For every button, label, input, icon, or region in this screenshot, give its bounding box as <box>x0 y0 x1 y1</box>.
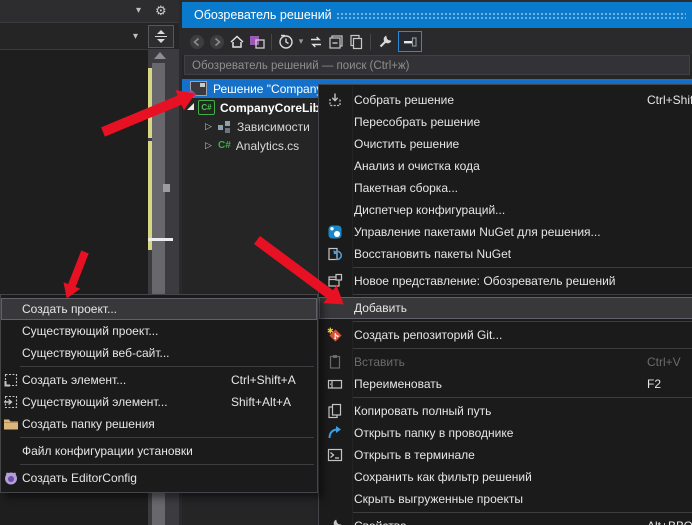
home-icon <box>229 34 245 50</box>
submenu-item-existing-item[interactable]: Существующий элемент... Shift+Alt+A <box>1 391 317 413</box>
switch-views-icon <box>249 34 265 50</box>
show-all-files-button[interactable] <box>346 32 366 52</box>
menu-item-restore-nuget[interactable]: Восстановить пакеты NuGet <box>319 243 692 265</box>
show-all-files-icon <box>348 34 364 50</box>
menu-item-build-solution[interactable]: Собрать решение Ctrl+Shift+B <box>319 89 692 111</box>
submenu-item-new-project[interactable]: Создать проект... <box>1 298 317 320</box>
search-input[interactable]: Обозреватель решений — поиск (Ctrl+ж) <box>184 55 690 75</box>
submenu-item-new-solution-folder[interactable]: Создать папку решения <box>1 413 317 435</box>
refresh-button[interactable] <box>306 32 326 52</box>
nuget-restore-icon <box>319 246 350 262</box>
menu-item-batch-build[interactable]: Пакетная сборка... <box>319 177 692 199</box>
wrench-icon <box>319 518 350 525</box>
menu-item-add[interactable]: Добавить <box>319 297 692 319</box>
chevron-down-icon[interactable]: ▾ <box>136 5 141 16</box>
editorconfig-icon <box>1 470 20 486</box>
split-editor-button[interactable] <box>148 25 174 48</box>
modified-lines-marker <box>148 141 152 250</box>
menu-item-clean-solution[interactable]: Очистить решение <box>319 133 692 155</box>
menu-item-open-in-terminal[interactable]: Открыть в терминале <box>319 444 692 466</box>
editor-navigation-bar: ▾ <box>0 23 179 50</box>
menu-item-rebuild-solution[interactable]: Пересобрать решение <box>319 111 692 133</box>
dependencies-icon <box>218 120 232 133</box>
paste-icon <box>319 354 350 370</box>
csharp-file-icon: C# <box>218 140 231 151</box>
preview-selected-icon <box>403 35 417 49</box>
open-folder-arrow-icon <box>319 425 350 441</box>
menu-item-paste[interactable]: Вставить Ctrl+V <box>319 351 692 373</box>
toolbar-separator <box>271 34 272 50</box>
caret-position-marker <box>148 238 173 241</box>
menu-item-configuration-manager[interactable]: Диспетчер конфигураций... <box>319 199 692 221</box>
solution-folder-icon <box>1 416 20 432</box>
collapse-all-icon <box>328 34 344 50</box>
split-down-icon <box>157 39 165 43</box>
csharp-project-icon: C# <box>198 100 215 115</box>
preview-selected-items-toggle[interactable] <box>398 31 422 52</box>
menu-item-open-folder-in-explorer[interactable]: Открыть папку в проводнике <box>319 422 692 444</box>
submenu-item-create-editorconfig[interactable]: Создать EditorConfig <box>1 467 317 489</box>
back-icon <box>189 34 205 50</box>
refresh-icon <box>308 34 324 50</box>
expander-collapsed-icon[interactable]: ▷ <box>205 140 214 151</box>
menu-item-save-as-solution-filter[interactable]: Сохранить как фильтр решений <box>319 466 692 488</box>
new-item-icon <box>1 372 20 388</box>
menu-item-manage-nuget[interactable]: Управление пакетами NuGet для решения... <box>319 221 692 243</box>
add-submenu: Создать проект... Существующий проект...… <box>0 294 318 493</box>
split-up-icon <box>157 30 165 34</box>
split-line-icon <box>155 36 167 37</box>
copy-path-icon <box>319 403 350 419</box>
toolbar-separator <box>370 34 371 50</box>
menu-item-new-solution-explorer-view[interactable]: Новое представление: Обозреватель решени… <box>319 270 692 292</box>
submenu-item-new-item[interactable]: Создать элемент... Ctrl+Shift+A <box>1 369 317 391</box>
properties-button[interactable] <box>375 32 395 52</box>
pending-changes-filter-button[interactable] <box>276 32 296 52</box>
forward-icon <box>209 34 225 50</box>
terminal-icon <box>319 447 350 463</box>
menu-item-analyze-cleanup[interactable]: Анализ и очистка кода <box>319 155 692 177</box>
existing-item-icon <box>1 394 20 410</box>
dependencies-label: Зависимости <box>237 120 310 134</box>
visual-studio-window: ▾ ⚙ ▾ Обозреватель решений <box>0 0 692 525</box>
filter-dropdown-chevron-icon[interactable]: ▾ <box>296 36 306 47</box>
build-icon <box>319 92 350 108</box>
project-label: CompanyCoreLib <box>220 101 320 115</box>
submenu-item-installation-configuration-file[interactable]: Файл конфигурации установки <box>1 440 317 462</box>
gear-icon[interactable]: ⚙ <box>155 3 167 19</box>
submenu-item-existing-website[interactable]: Существующий веб-сайт... <box>1 342 317 364</box>
history-filter-icon <box>278 34 294 50</box>
collapse-all-button[interactable] <box>326 32 346 52</box>
file-label: Analytics.cs <box>236 139 299 153</box>
git-icon: ✱ <box>319 327 350 343</box>
submenu-item-existing-project[interactable]: Существующий проект... <box>1 320 317 342</box>
editor-chrome-bar: ▾ ⚙ <box>0 0 179 23</box>
menu-item-properties[interactable]: Свойства Alt+ВВОД <box>319 515 692 525</box>
solution-explorer-title-bar[interactable]: Обозреватель решений <box>182 2 692 28</box>
expander-collapsed-icon[interactable]: ▷ <box>205 121 214 132</box>
panel-title: Обозреватель решений <box>194 2 332 28</box>
home-button[interactable] <box>227 32 247 52</box>
svg-text:✱: ✱ <box>327 327 334 336</box>
menu-item-rename[interactable]: Переименовать F2 <box>319 373 692 395</box>
nuget-icon <box>319 224 350 240</box>
rename-icon <box>319 376 350 392</box>
menu-item-copy-full-path[interactable]: Копировать полный путь <box>319 400 692 422</box>
wrench-icon <box>377 34 393 50</box>
modified-lines-marker <box>148 68 152 138</box>
menu-item-create-git-repository[interactable]: ✱ Создать репозиторий Git... <box>319 324 692 346</box>
drag-grip-dots <box>336 12 686 20</box>
switch-views-button[interactable] <box>247 32 267 52</box>
solution-explorer-toolbar: ▾ <box>182 28 692 55</box>
menu-item-hide-unloaded-projects[interactable]: Скрыть выгруженные проекты <box>319 488 692 510</box>
forward-button[interactable] <box>207 32 227 52</box>
nav-dropdown-chevron-icon[interactable]: ▾ <box>133 31 138 42</box>
solution-context-menu: Собрать решение Ctrl+Shift+B Пересобрать… <box>318 84 692 525</box>
scrollbar-up-arrow-icon[interactable] <box>154 52 166 59</box>
back-button[interactable] <box>187 32 207 52</box>
scrollbar-marker <box>163 184 170 192</box>
